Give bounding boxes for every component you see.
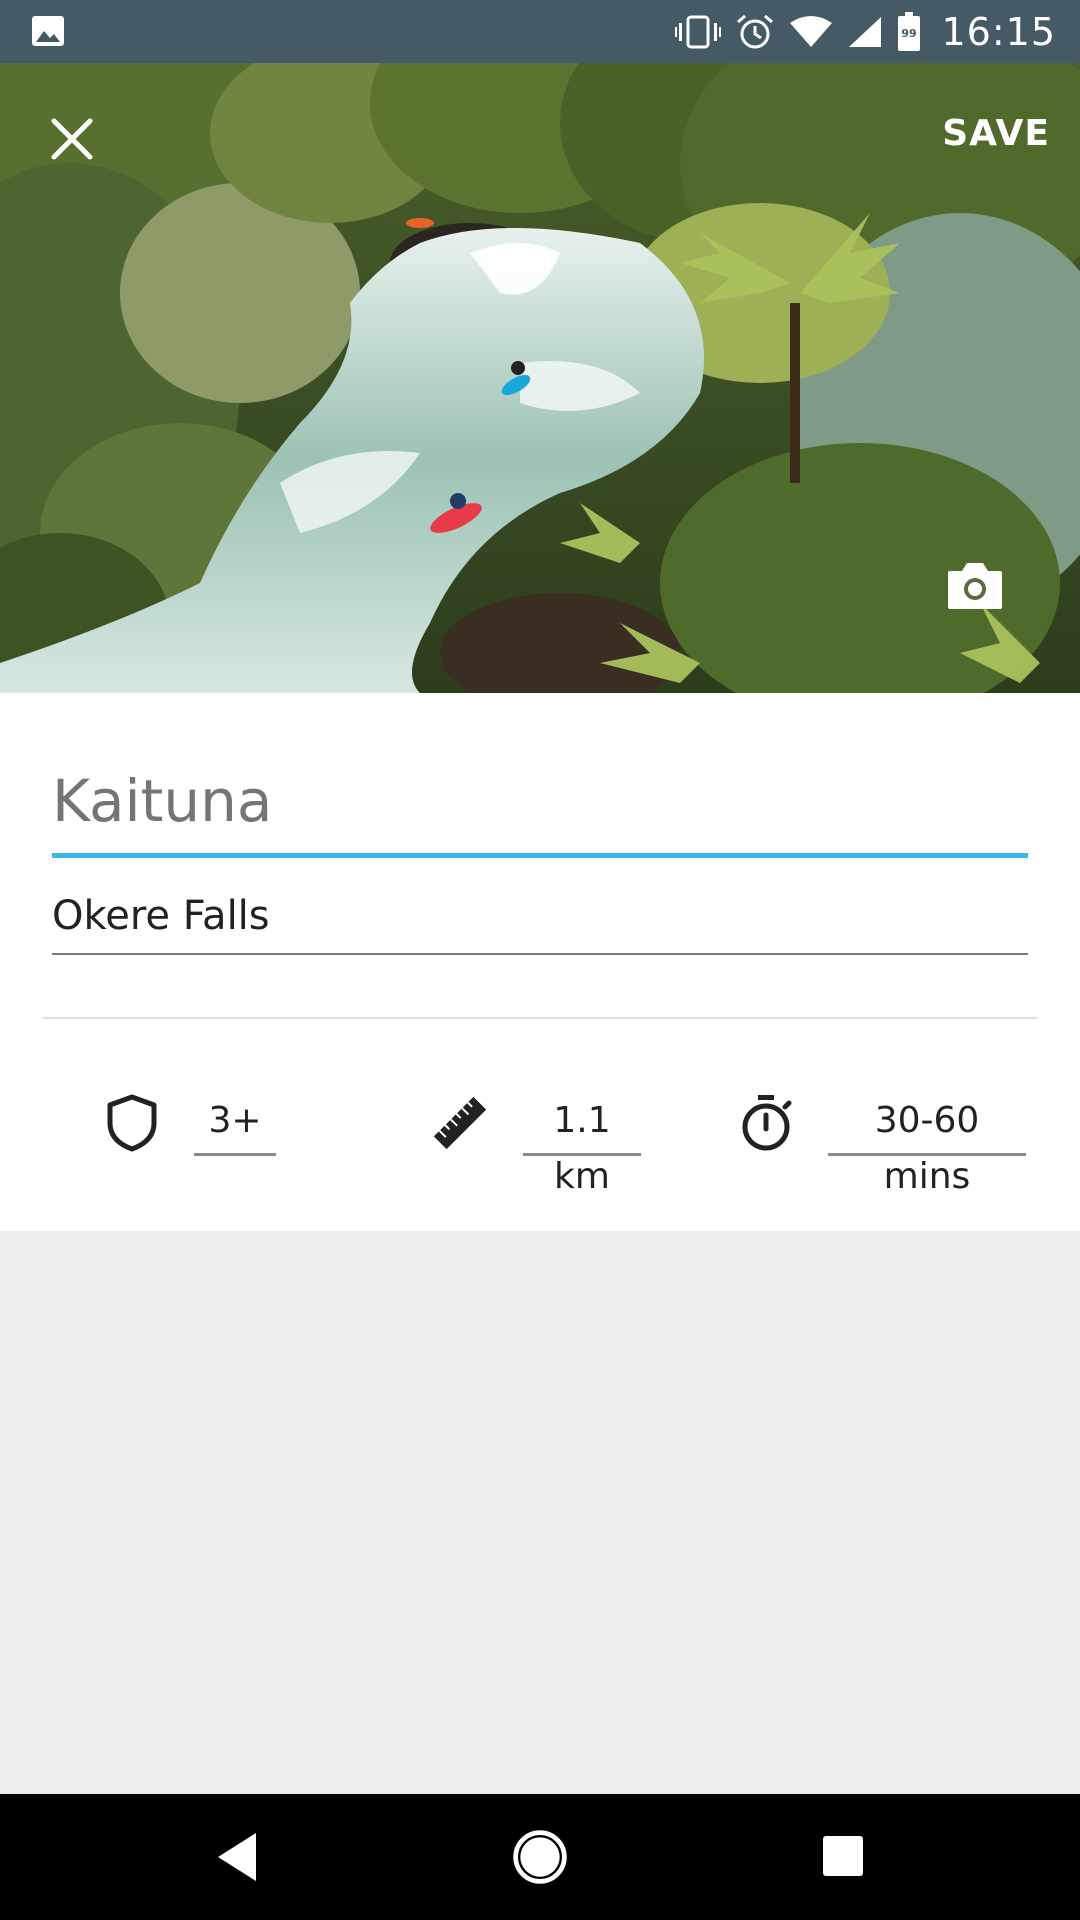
duration-stat: 30-60 mins [738,1093,1028,1197]
vibrate-icon [675,15,722,48]
river-name-input[interactable] [52,767,1028,835]
status-icons: 99 16:15 [675,0,1056,63]
river-details-form: 3+ 1.1 km 30-60 m [0,693,1080,1231]
wifi-icon [790,15,833,47]
camera-icon[interactable] [946,559,1004,611]
clock: 16:15 [941,9,1056,54]
close-icon[interactable] [44,111,100,167]
navigation-bar [0,1794,1080,1920]
section-name-field [52,893,1028,955]
save-button[interactable]: SAVE [942,113,1050,154]
grade-stat: 3+ [104,1093,284,1156]
waterfall-scene-image [0,63,1080,693]
length-value[interactable]: 1.1 km [523,1093,641,1197]
divider [42,1017,1038,1019]
image-icon [32,16,64,46]
stopwatch-icon [742,1095,792,1151]
river-name-field [52,763,1028,858]
back-icon[interactable] [212,1827,262,1887]
section-name-input[interactable] [52,893,1028,939]
recents-icon[interactable] [822,1834,864,1878]
home-icon[interactable] [508,1827,572,1887]
shield-icon [107,1094,157,1152]
duration-value[interactable]: 30-60 mins [828,1093,1026,1197]
length-stat: 1.1 km [430,1093,650,1197]
battery-level: 99 [902,27,917,40]
ruler-icon [433,1096,487,1150]
river-photo: SAVE [0,63,1080,693]
grade-value[interactable]: 3+ [194,1093,276,1156]
status-bar: 99 16:15 [0,0,1080,63]
alarm-icon [737,14,774,48]
signal-icon [849,16,882,47]
battery-icon: 99 [898,11,921,51]
